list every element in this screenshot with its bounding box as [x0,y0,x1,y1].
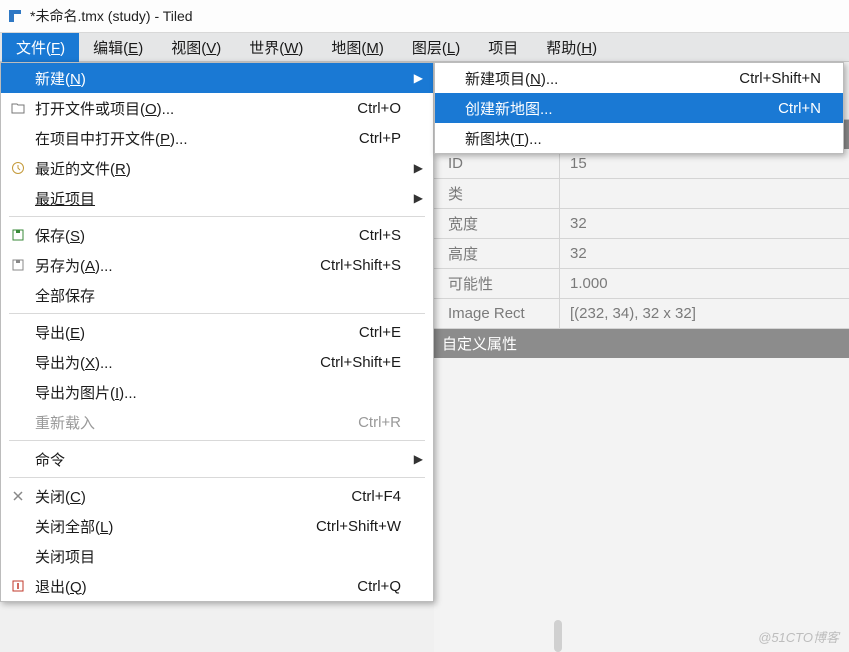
file-menu-export-as[interactable]: 导出为(X)... Ctrl+Shift+E [1,347,433,377]
prop-row-height[interactable]: 高度32 [434,239,849,269]
file-menu-open-in-project[interactable]: 在项目中打开文件(P)... Ctrl+P [1,123,433,153]
menu-separator [9,313,425,314]
section-custom-props: 自定义属性 [434,329,849,358]
save-icon [9,226,27,244]
quit-icon [9,577,27,595]
close-icon [9,487,27,505]
prop-row-class[interactable]: 类 [434,179,849,209]
file-menu-export[interactable]: 导出(E) Ctrl+E [1,317,433,347]
file-menu-close[interactable]: 关闭(C) Ctrl+F4 [1,481,433,511]
file-menu-quit[interactable]: 退出(Q) Ctrl+Q [1,571,433,601]
menu-file[interactable]: 文件(F) [2,33,79,62]
menu-separator [9,440,425,441]
watermark: @51CTO博客 [758,627,839,646]
menu-world[interactable]: 世界(W) [235,33,317,62]
menu-separator [9,477,425,478]
submenu-new-tileset[interactable]: 新图块(T)... [435,123,843,153]
menu-project[interactable]: 项目 [474,33,532,62]
clock-icon [9,159,27,177]
file-menu-save-as[interactable]: 另存为(A)... Ctrl+Shift+S [1,250,433,280]
submenu-new-project[interactable]: 新建项目(N)... Ctrl+Shift+N [435,63,843,93]
submenu-arrow-icon: ▶ [414,161,423,175]
menu-view[interactable]: 视图(V) [157,33,235,62]
file-menu-dropdown: 新建(N) ▶ 打开文件或项目(O)... Ctrl+O 在项目中打开文件(P)… [0,62,434,602]
file-menu-commands[interactable]: 命令 ▶ [1,444,433,474]
menu-map[interactable]: 地图(M) [317,33,398,62]
menu-help[interactable]: 帮助(H) [532,33,611,62]
file-menu-close-all[interactable]: 关闭全部(L) Ctrl+Shift+W [1,511,433,541]
submenu-arrow-icon: ▶ [414,452,423,466]
file-menu-recent-files[interactable]: 最近的文件(R) ▶ [1,153,433,183]
title-bar: *未命名.tmx (study) - Tiled [0,0,849,32]
file-menu-open[interactable]: 打开文件或项目(O)... Ctrl+O [1,93,433,123]
submenu-arrow-icon: ▶ [414,191,423,205]
prop-row-probability[interactable]: 可能性1.000 [434,269,849,299]
file-menu-export-image[interactable]: 导出为图片(I)... [1,377,433,407]
menu-layer[interactable]: 图层(L) [398,33,474,62]
window-title: *未命名.tmx (study) - Tiled [30,6,193,26]
file-menu-new[interactable]: 新建(N) ▶ [1,63,433,93]
menu-separator [9,216,425,217]
file-menu-save-all[interactable]: 全部保存 [1,280,433,310]
app-icon [6,7,24,25]
submenu-arrow-icon: ▶ [414,71,423,85]
folder-open-icon [9,99,27,117]
submenu-new-map[interactable]: 创建新地图... Ctrl+N [435,93,843,123]
file-menu-recent-projects[interactable]: 最近项目 ▶ [1,183,433,213]
scrollbar-thumb[interactable] [554,620,562,652]
file-menu-save[interactable]: 保存(S) Ctrl+S [1,220,433,250]
save-as-icon [9,256,27,274]
menu-edit[interactable]: 编辑(E) [79,33,157,62]
file-menu-reload: 重新载入 Ctrl+R [1,407,433,437]
prop-row-width[interactable]: 宽度32 [434,209,849,239]
menu-bar: 文件(F) 编辑(E) 视图(V) 世界(W) 地图(M) 图层(L) 项目 帮… [0,32,849,62]
new-submenu: 新建项目(N)... Ctrl+Shift+N 创建新地图... Ctrl+N … [434,62,844,154]
prop-row-image-rect[interactable]: Image Rect[(232, 34), 32 x 32] [434,299,849,329]
file-menu-close-project[interactable]: 关闭项目 [1,541,433,571]
